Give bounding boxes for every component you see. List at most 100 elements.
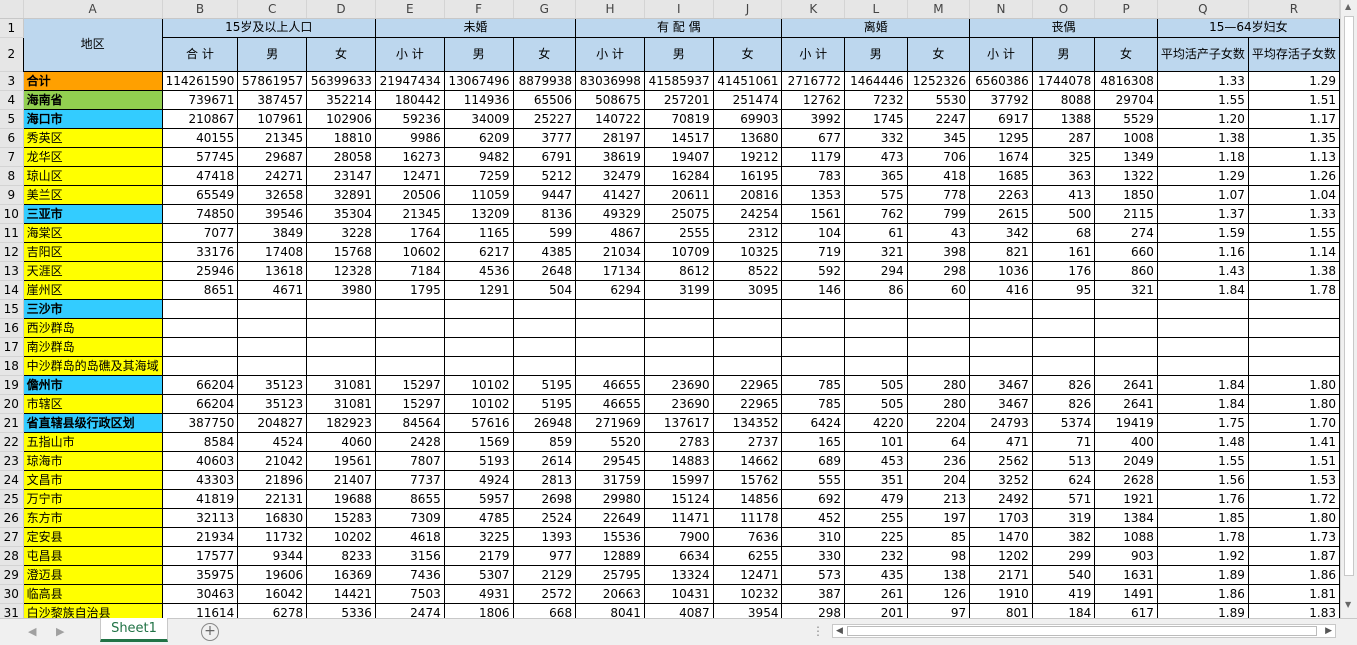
data-cell[interactable]: 22649 [575,507,645,528]
data-cell[interactable]: 2115 [1094,203,1158,224]
data-cell[interactable]: 1.72 [1247,488,1340,509]
data-cell[interactable]: 1.14 [1247,241,1340,262]
vertical-scrollbar[interactable]: ▲ ▼ [1340,0,1357,618]
row-header-1[interactable]: 1 [0,18,24,38]
data-cell[interactable]: 1.55 [1156,450,1249,471]
data-cell[interactable]: 7436 [374,564,445,585]
row-header[interactable]: 22 [0,432,24,452]
data-cell[interactable] [1247,298,1340,319]
data-cell[interactable]: 21034 [575,241,645,262]
header-divorced-subtotal[interactable]: 小 计 [781,36,846,72]
data-cell[interactable]: 1.38 [1247,260,1340,281]
data-cell[interactable]: 8233 [306,545,376,566]
data-cell[interactable]: 319 [1031,507,1096,528]
data-cell[interactable]: 232 [844,545,908,566]
data-cell[interactable]: 97 [906,602,971,618]
data-cell[interactable] [1031,298,1096,319]
data-cell[interactable]: 1674 [969,146,1033,167]
data-cell[interactable] [844,298,908,319]
data-cell[interactable]: 16273 [374,146,445,167]
row-header[interactable]: 10 [0,204,24,224]
data-cell[interactable]: 1349 [1094,146,1158,167]
data-cell[interactable]: 10202 [306,526,376,547]
data-cell[interactable]: 2648 [512,260,577,281]
data-cell[interactable] [1156,355,1249,376]
data-cell[interactable]: 321 [844,241,908,262]
data-cell[interactable]: 83036998 [575,70,645,91]
data-cell[interactable]: 7232 [844,89,908,110]
data-cell[interactable]: 161 [1031,241,1096,262]
row-header[interactable]: 18 [0,356,24,376]
row-header[interactable]: 14 [0,280,24,300]
data-cell[interactable]: 74850 [161,203,239,224]
data-cell[interactable]: 6634 [643,545,714,566]
region-name-cell[interactable]: 东方市 [22,507,163,528]
data-cell[interactable]: 22131 [237,488,308,509]
data-cell[interactable]: 1569 [443,431,514,452]
data-cell[interactable]: 1631 [1094,564,1158,585]
data-cell[interactable] [1031,355,1096,376]
data-cell[interactable]: 1393 [512,526,577,547]
data-cell[interactable]: 1464446 [844,70,908,91]
region-name-cell[interactable]: 定安县 [22,526,163,547]
row-header[interactable]: 26 [0,508,24,528]
data-cell[interactable]: 236 [906,450,971,471]
data-cell[interactable] [906,355,971,376]
data-cell[interactable]: 16369 [306,564,376,585]
header-unmarried-male[interactable]: 男 [443,36,514,72]
data-cell[interactable]: 365 [844,165,908,186]
data-cell[interactable]: 1.75 [1156,412,1249,433]
column-header-r[interactable]: R [1248,0,1340,19]
data-cell[interactable]: 599 [512,222,577,243]
data-cell[interactable]: 2615 [969,203,1033,224]
data-cell[interactable]: 540 [1031,564,1096,585]
data-cell[interactable]: 785 [781,374,846,395]
data-cell[interactable]: 261 [844,583,908,604]
data-cell[interactable] [969,336,1033,357]
select-all-corner[interactable] [0,0,24,19]
data-cell[interactable]: 2129 [512,564,577,585]
data-cell[interactable]: 4536 [443,260,514,281]
data-cell[interactable]: 57616 [443,412,514,433]
data-cell[interactable]: 382 [1031,526,1096,547]
data-cell[interactable] [306,298,376,319]
data-cell[interactable] [237,298,308,319]
data-cell[interactable]: 363 [1031,165,1096,186]
data-cell[interactable]: 6560386 [969,70,1033,91]
data-cell[interactable]: 1.78 [1156,526,1249,547]
data-cell[interactable]: 101 [844,431,908,452]
data-cell[interactable]: 4867 [575,222,645,243]
data-cell[interactable]: 25946 [161,260,239,281]
header-divorced[interactable]: 离婚 [781,17,971,38]
data-cell[interactable] [844,317,908,338]
data-cell[interactable]: 33176 [161,241,239,262]
row-header[interactable]: 27 [0,527,24,547]
data-cell[interactable] [781,298,846,319]
data-cell[interactable]: 1491 [1094,583,1158,604]
header-avg-alive[interactable]: 平均存活子女数 [1247,36,1340,72]
data-cell[interactable]: 419 [1031,583,1096,604]
data-cell[interactable] [575,298,645,319]
data-cell[interactable]: 1295 [969,127,1033,148]
data-cell[interactable]: 1252326 [906,70,971,91]
region-name-cell[interactable]: 文昌市 [22,469,163,490]
data-cell[interactable]: 1.89 [1156,564,1249,585]
header-total-female[interactable]: 女 [306,36,376,72]
data-cell[interactable]: 64 [906,431,971,452]
data-cell[interactable] [844,336,908,357]
data-cell[interactable] [237,336,308,357]
data-cell[interactable]: 2179 [443,545,514,566]
data-cell[interactable]: 1384 [1094,507,1158,528]
data-cell[interactable]: 40603 [161,450,239,471]
data-cell[interactable]: 15283 [306,507,376,528]
data-cell[interactable]: 7184 [374,260,445,281]
data-cell[interactable]: 47418 [161,165,239,186]
region-name-cell[interactable]: 龙华区 [22,146,163,167]
data-cell[interactable]: 41451061 [712,70,783,91]
data-cell[interactable]: 4785 [443,507,514,528]
data-cell[interactable] [443,355,514,376]
header-women-15-64[interactable]: 15—64岁妇女 [1156,17,1340,38]
data-cell[interactable]: 1.55 [1156,89,1249,110]
region-name-cell[interactable]: 临高县 [22,583,163,604]
data-cell[interactable]: 16195 [712,165,783,186]
